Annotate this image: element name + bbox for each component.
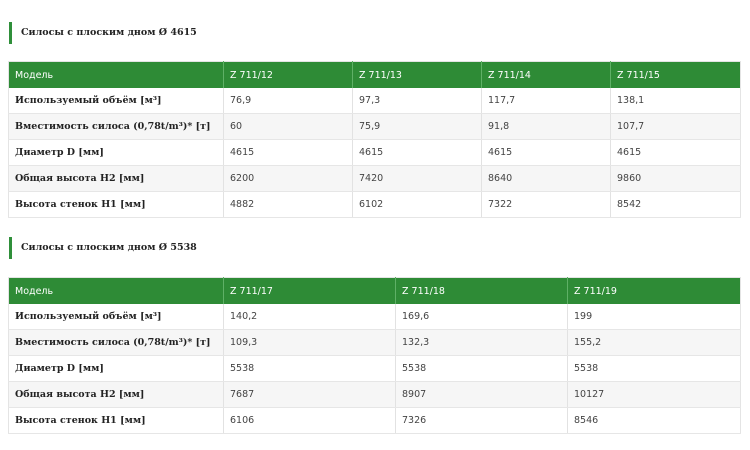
table-cell: 7326 [395, 407, 568, 434]
table-row: Общая высота H2 [мм] 7687 8907 10127 [8, 381, 741, 408]
table-cell: 5538 [395, 355, 568, 382]
row-label: Общая высота H2 [мм] [8, 165, 224, 192]
row-label: Диаметр D [мм] [8, 355, 224, 382]
column-header-model: Модель [8, 61, 224, 88]
table-cell: 10127 [567, 381, 741, 408]
row-label: Вместимость силоса (0,78t/m³)* [т] [8, 329, 224, 356]
table-cell: 60 [223, 113, 353, 140]
column-header: Z 711/17 [223, 277, 396, 304]
table-row: Вместимость силоса (0,78t/m³)* [т] 60 75… [8, 113, 741, 140]
row-label: Вместимость силоса (0,78t/m³)* [т] [8, 113, 224, 140]
table-cell: 8546 [567, 407, 741, 434]
table-cell: 7687 [223, 381, 396, 408]
column-header: Z 711/12 [223, 61, 353, 88]
row-label: Высота стенок H1 [мм] [8, 407, 224, 434]
table-cell: 109,3 [223, 329, 396, 356]
table-cell: 8907 [395, 381, 568, 408]
table-cell: 7322 [481, 191, 611, 218]
section-title-5538: Силосы с плоским дном Ø 5538 [9, 237, 197, 259]
table-cell: 132,3 [395, 329, 568, 356]
table-cell: 7420 [352, 165, 482, 192]
table-cell: 76,9 [223, 88, 353, 114]
table-row: Диаметр D [мм] 5538 5538 5538 [8, 355, 741, 382]
table-row: Высота стенок H1 [мм] 6106 7326 8546 [8, 407, 741, 434]
table-cell: 6106 [223, 407, 396, 434]
table-cell: 6102 [352, 191, 482, 218]
row-label: Общая высота H2 [мм] [8, 381, 224, 408]
table-cell: 155,2 [567, 329, 741, 356]
table-cell: 199 [567, 304, 741, 330]
spec-table-5538: Модель Z 711/17 Z 711/18 Z 711/19 Исполь… [8, 277, 741, 434]
table-cell: 9860 [610, 165, 741, 192]
row-label: Используемый объём [м³] [8, 88, 224, 114]
column-header: Z 711/13 [352, 61, 482, 88]
section-title-4615: Силосы с плоским дном Ø 4615 [9, 22, 197, 44]
table-cell: 4615 [610, 139, 741, 166]
table-row: Вместимость силоса (0,78t/m³)* [т] 109,3… [8, 329, 741, 356]
column-header: Z 711/18 [395, 277, 568, 304]
table-cell: 4615 [223, 139, 353, 166]
table-cell: 4882 [223, 191, 353, 218]
table-cell: 5538 [567, 355, 741, 382]
table-header-row: Модель Z 711/17 Z 711/18 Z 711/19 [8, 277, 741, 304]
column-header: Z 711/19 [567, 277, 741, 304]
table-cell: 169,6 [395, 304, 568, 330]
table-cell: 5538 [223, 355, 396, 382]
table-cell: 4615 [481, 139, 611, 166]
table-row: Используемый объём [м³] 76,9 97,3 117,7 … [8, 88, 741, 114]
table-cell: 91,8 [481, 113, 611, 140]
row-label: Диаметр D [мм] [8, 139, 224, 166]
table-cell: 97,3 [352, 88, 482, 114]
table-cell: 6200 [223, 165, 353, 192]
table-cell: 8640 [481, 165, 611, 192]
table-cell: 117,7 [481, 88, 611, 114]
table-cell: 8542 [610, 191, 741, 218]
row-label: Высота стенок H1 [мм] [8, 191, 224, 218]
table-header-row: Модель Z 711/12 Z 711/13 Z 711/14 Z 711/… [8, 61, 741, 88]
column-header-model: Модель [8, 277, 224, 304]
row-label: Используемый объём [м³] [8, 304, 224, 330]
table-cell: 4615 [352, 139, 482, 166]
table-row: Общая высота H2 [мм] 6200 7420 8640 9860 [8, 165, 741, 192]
table-cell: 107,7 [610, 113, 741, 140]
table-cell: 75,9 [352, 113, 482, 140]
table-row: Используемый объём [м³] 140,2 169,6 199 [8, 304, 741, 330]
spec-table-4615: Модель Z 711/12 Z 711/13 Z 711/14 Z 711/… [8, 61, 741, 218]
table-row: Диаметр D [мм] 4615 4615 4615 4615 [8, 139, 741, 166]
table-row: Высота стенок H1 [мм] 4882 6102 7322 854… [8, 191, 741, 218]
column-header: Z 711/15 [610, 61, 741, 88]
table-cell: 138,1 [610, 88, 741, 114]
table-cell: 140,2 [223, 304, 396, 330]
column-header: Z 711/14 [481, 61, 611, 88]
